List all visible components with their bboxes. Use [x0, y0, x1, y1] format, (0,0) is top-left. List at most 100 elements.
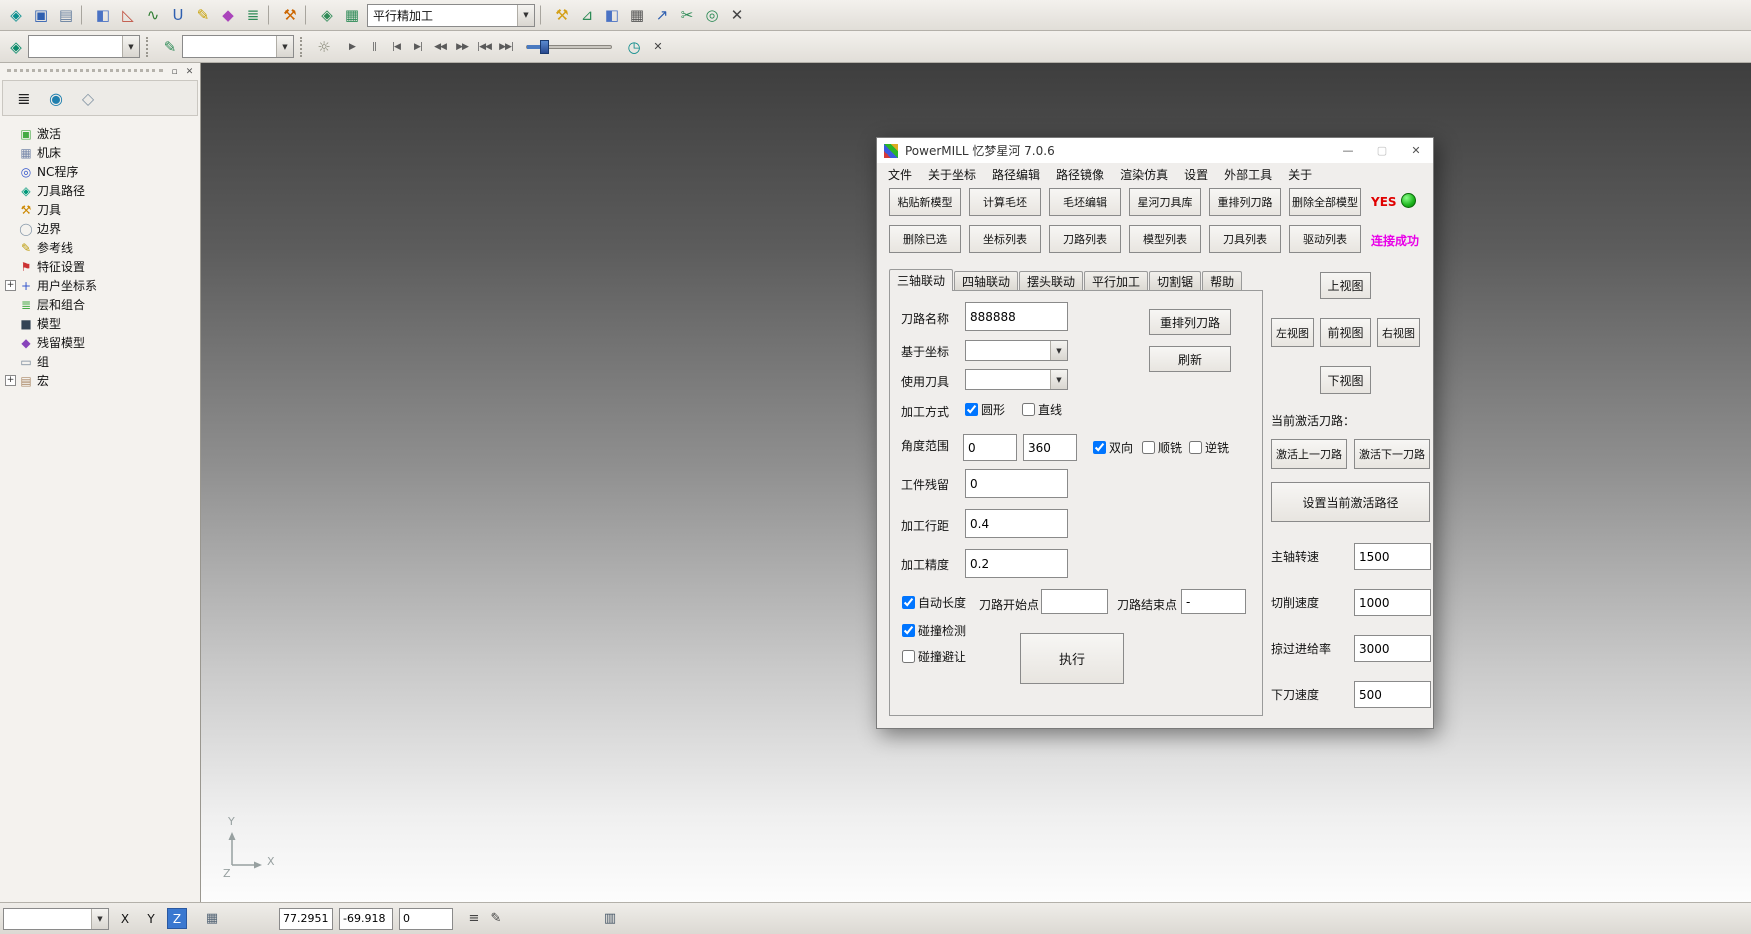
start-point-input[interactable]: [1041, 589, 1108, 614]
angle-to-input[interactable]: [1023, 434, 1077, 461]
close-icon[interactable]: ✕: [1399, 138, 1433, 163]
levels-edit-icon[interactable]: ≣: [241, 3, 265, 27]
block-icon[interactable]: ◧: [91, 3, 115, 27]
climb-checkbox-input[interactable]: [1142, 441, 1155, 454]
circle-checkbox[interactable]: 圆形: [965, 401, 1005, 418]
menu-file[interactable]: 文件: [888, 166, 912, 183]
activate-next-toolpath-button[interactable]: 激活下一刀路: [1354, 439, 1430, 469]
strategy-dropdown[interactable]: 平行精加工 ▼: [367, 4, 535, 27]
delete-all-models-button[interactable]: 删除全部模型: [1289, 188, 1361, 216]
slider-handle[interactable]: [540, 40, 549, 54]
strategy-icon[interactable]: ◈: [315, 3, 339, 27]
toolbar-close-icon[interactable]: ✕: [725, 3, 749, 27]
base-coordinate-dropdown[interactable]: ▼: [965, 340, 1068, 361]
panel-grip[interactable]: [7, 69, 163, 74]
dropdown-arrow-icon[interactable]: ▼: [1050, 341, 1067, 360]
clip-icon[interactable]: ✂: [675, 3, 699, 27]
palette-icon[interactable]: ◆: [216, 3, 240, 27]
badge-icon[interactable]: ◇: [75, 85, 101, 111]
auto-length-checkbox[interactable]: 自动长度: [902, 594, 966, 611]
speed-input[interactable]: [1354, 589, 1431, 616]
tree-expander-icon[interactable]: [5, 356, 16, 367]
menu-render-sim[interactable]: 渲染仿真: [1120, 166, 1168, 183]
tree-expander-icon[interactable]: [5, 242, 16, 253]
tree-item-groups[interactable]: ▭ 组: [2, 352, 198, 371]
tree-item-levels[interactable]: ≣ 层和组合: [2, 295, 198, 314]
coord-z-input[interactable]: [399, 908, 453, 930]
tree-expander-icon[interactable]: [5, 147, 16, 158]
front-view-button[interactable]: 前视图: [1320, 318, 1371, 347]
menu-path-edit[interactable]: 路径编辑: [992, 166, 1040, 183]
model-list-button[interactable]: 模型列表: [1129, 225, 1201, 253]
tree-item-feature-sets[interactable]: ⚑ 特征设置: [2, 257, 198, 276]
tree-expander-icon[interactable]: [5, 318, 16, 329]
tree-item-stock-models[interactable]: ◆ 残留模型: [2, 333, 198, 352]
stock-edit-button[interactable]: 毛坯编辑: [1049, 188, 1121, 216]
right-view-button[interactable]: 右视图: [1377, 318, 1420, 347]
speed-input[interactable]: [1354, 635, 1431, 662]
clock-icon[interactable]: ◷: [622, 35, 646, 59]
maximize-icon[interactable]: ▢: [1365, 138, 1399, 163]
compare-icon[interactable]: ◎: [700, 3, 724, 27]
coord-y-input[interactable]: [339, 908, 393, 930]
bidirectional-checkbox-input[interactable]: [1093, 441, 1106, 454]
dropdown-arrow-icon[interactable]: ▼: [276, 36, 293, 57]
collision-avoid-checkbox-input[interactable]: [902, 650, 915, 663]
tree-item-boundaries[interactable]: ◯ 边界: [2, 219, 198, 238]
pages-icon[interactable]: ▥: [599, 911, 621, 926]
minimize-icon[interactable]: —: [1331, 138, 1365, 163]
edit-cursor-icon[interactable]: ✎: [485, 911, 507, 926]
hierarchy-view-icon[interactable]: ≣: [11, 85, 37, 111]
close-toolbar-icon[interactable]: ✕: [646, 35, 670, 59]
climb-checkbox[interactable]: 顺铣: [1142, 439, 1182, 456]
dropdown-arrow-icon[interactable]: ▼: [122, 36, 139, 57]
tree-expander-icon[interactable]: [5, 223, 16, 234]
list-icon[interactable]: ≡: [463, 911, 485, 926]
close-icon[interactable]: ✕: [182, 66, 197, 78]
line-checkbox-input[interactable]: [1022, 403, 1035, 416]
tree-item-activate[interactable]: ▣ 激活: [2, 124, 198, 143]
tab-four-axis[interactable]: 四轴联动: [954, 271, 1018, 290]
toolpath-name-input[interactable]: [965, 302, 1068, 331]
menu-settings[interactable]: 设置: [1184, 166, 1208, 183]
step-back-button[interactable]: |◀: [386, 37, 406, 57]
toolpath-select-dropdown[interactable]: ▼: [28, 35, 140, 58]
pause-button[interactable]: ||: [364, 37, 384, 57]
tolerance-input[interactable]: [965, 549, 1068, 578]
tab-help[interactable]: 帮助: [1202, 271, 1242, 290]
execute-button[interactable]: 执行: [1020, 633, 1124, 684]
pin-icon[interactable]: ▫: [167, 66, 182, 78]
tab-parallel[interactable]: 平行加工: [1084, 271, 1148, 290]
dropdown-arrow-icon[interactable]: ▼: [1050, 370, 1067, 389]
tree-expander-icon[interactable]: +: [5, 375, 16, 386]
menu-external-tools[interactable]: 外部工具: [1224, 166, 1272, 183]
tab-three-axis[interactable]: 三轴联动: [889, 269, 953, 291]
tree-item-macros[interactable]: + ▤ 宏: [2, 371, 198, 390]
save-icon[interactable]: ▣: [29, 3, 53, 27]
toolpath-list-button[interactable]: 刀路列表: [1049, 225, 1121, 253]
angle-from-input[interactable]: [963, 434, 1017, 461]
tab-cutting-saw[interactable]: 切割锯: [1149, 271, 1201, 290]
activate-prev-toolpath-button[interactable]: 激活上一刀路: [1271, 439, 1347, 469]
globe-icon[interactable]: ◉: [43, 85, 69, 111]
rearrange-toolpaths-button[interactable]: 重排列刀路: [1209, 188, 1281, 216]
lightbulb-icon[interactable]: ☼: [312, 35, 336, 59]
forms-icon[interactable]: ▦: [340, 3, 364, 27]
tree-item-patterns[interactable]: ✎ 参考线: [2, 238, 198, 257]
circle-checkbox-input[interactable]: [965, 403, 978, 416]
conventional-checkbox[interactable]: 逆铣: [1189, 439, 1229, 456]
stats-icon[interactable]: ⊿: [575, 3, 599, 27]
line-checkbox[interactable]: 直线: [1022, 401, 1062, 418]
tree-item-tools[interactable]: ⚒ 刀具: [2, 200, 198, 219]
pencil-icon[interactable]: ✎: [191, 3, 215, 27]
chart-icon[interactable]: ↗: [650, 3, 674, 27]
drive-list-button[interactable]: 驱动列表: [1289, 225, 1361, 253]
tree-item-models[interactable]: ■ 模型: [2, 314, 198, 333]
tree-item-machine[interactable]: ▦ 机床: [2, 143, 198, 162]
axis-y-button[interactable]: Y: [141, 908, 161, 929]
top-view-button[interactable]: 上视图: [1320, 272, 1371, 299]
collision-avoid-checkbox[interactable]: 碰撞避让: [902, 648, 966, 665]
rearrange-toolpath-button[interactable]: 重排列刀路: [1149, 309, 1231, 335]
menu-path-mirror[interactable]: 路径镜像: [1056, 166, 1104, 183]
galaxy-tool-library-button[interactable]: 星河刀具库: [1129, 188, 1201, 216]
